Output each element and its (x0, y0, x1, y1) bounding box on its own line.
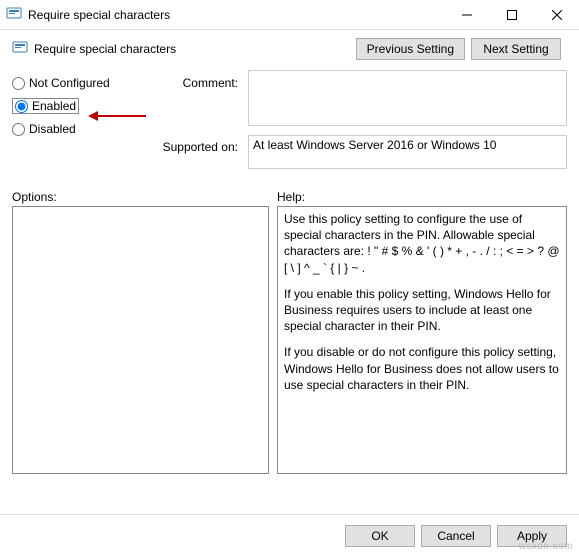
close-button[interactable] (534, 0, 579, 29)
previous-setting-button[interactable]: Previous Setting (356, 38, 465, 60)
watermark: wsxdn.com (518, 541, 573, 552)
radio-disabled-label: Disabled (29, 122, 76, 136)
help-paragraph: Use this policy setting to configure the… (284, 211, 560, 276)
radio-not-configured[interactable]: Not Configured (12, 76, 142, 90)
footer: OK Cancel Apply (0, 514, 579, 556)
app-icon (6, 7, 22, 23)
help-paragraph: If you disable or do not configure this … (284, 344, 560, 393)
config-area: Not Configured Enabled Disabled Comment:… (0, 60, 579, 184)
radio-not-configured-label: Not Configured (29, 76, 110, 90)
supported-label: Supported on: (152, 140, 238, 174)
minimize-button[interactable] (444, 0, 489, 29)
radio-not-configured-input[interactable] (12, 77, 25, 90)
comment-label: Comment: (152, 76, 238, 134)
supported-textarea: At least Windows Server 2016 or Windows … (248, 135, 567, 169)
field-values: At least Windows Server 2016 or Windows … (248, 70, 567, 180)
panels: Use this policy setting to configure the… (0, 206, 579, 474)
field-labels: Comment: Supported on: (152, 70, 238, 180)
setting-title: Require special characters (34, 42, 356, 56)
window-title: Require special characters (28, 8, 444, 22)
radio-enabled-input[interactable] (15, 100, 28, 113)
radio-enabled[interactable]: Enabled (12, 98, 79, 114)
ok-button[interactable]: OK (345, 525, 415, 547)
comment-textarea[interactable] (248, 70, 567, 126)
header-row: Require special characters Previous Sett… (0, 30, 579, 60)
radio-disabled[interactable]: Disabled (12, 122, 142, 136)
maximize-button[interactable] (489, 0, 534, 29)
radio-disabled-input[interactable] (12, 123, 25, 136)
next-setting-button[interactable]: Next Setting (471, 38, 561, 60)
options-label: Options: (12, 190, 277, 204)
help-panel[interactable]: Use this policy setting to configure the… (277, 206, 567, 474)
help-paragraph: If you enable this policy setting, Windo… (284, 286, 560, 335)
mid-labels: Options: Help: (0, 184, 579, 206)
options-panel[interactable] (12, 206, 269, 474)
titlebar: Require special characters (0, 0, 579, 30)
cancel-button[interactable]: Cancel (421, 525, 491, 547)
radio-enabled-label: Enabled (32, 99, 76, 113)
help-label: Help: (277, 190, 305, 204)
state-radios: Not Configured Enabled Disabled (12, 70, 142, 180)
setting-icon (12, 41, 28, 57)
